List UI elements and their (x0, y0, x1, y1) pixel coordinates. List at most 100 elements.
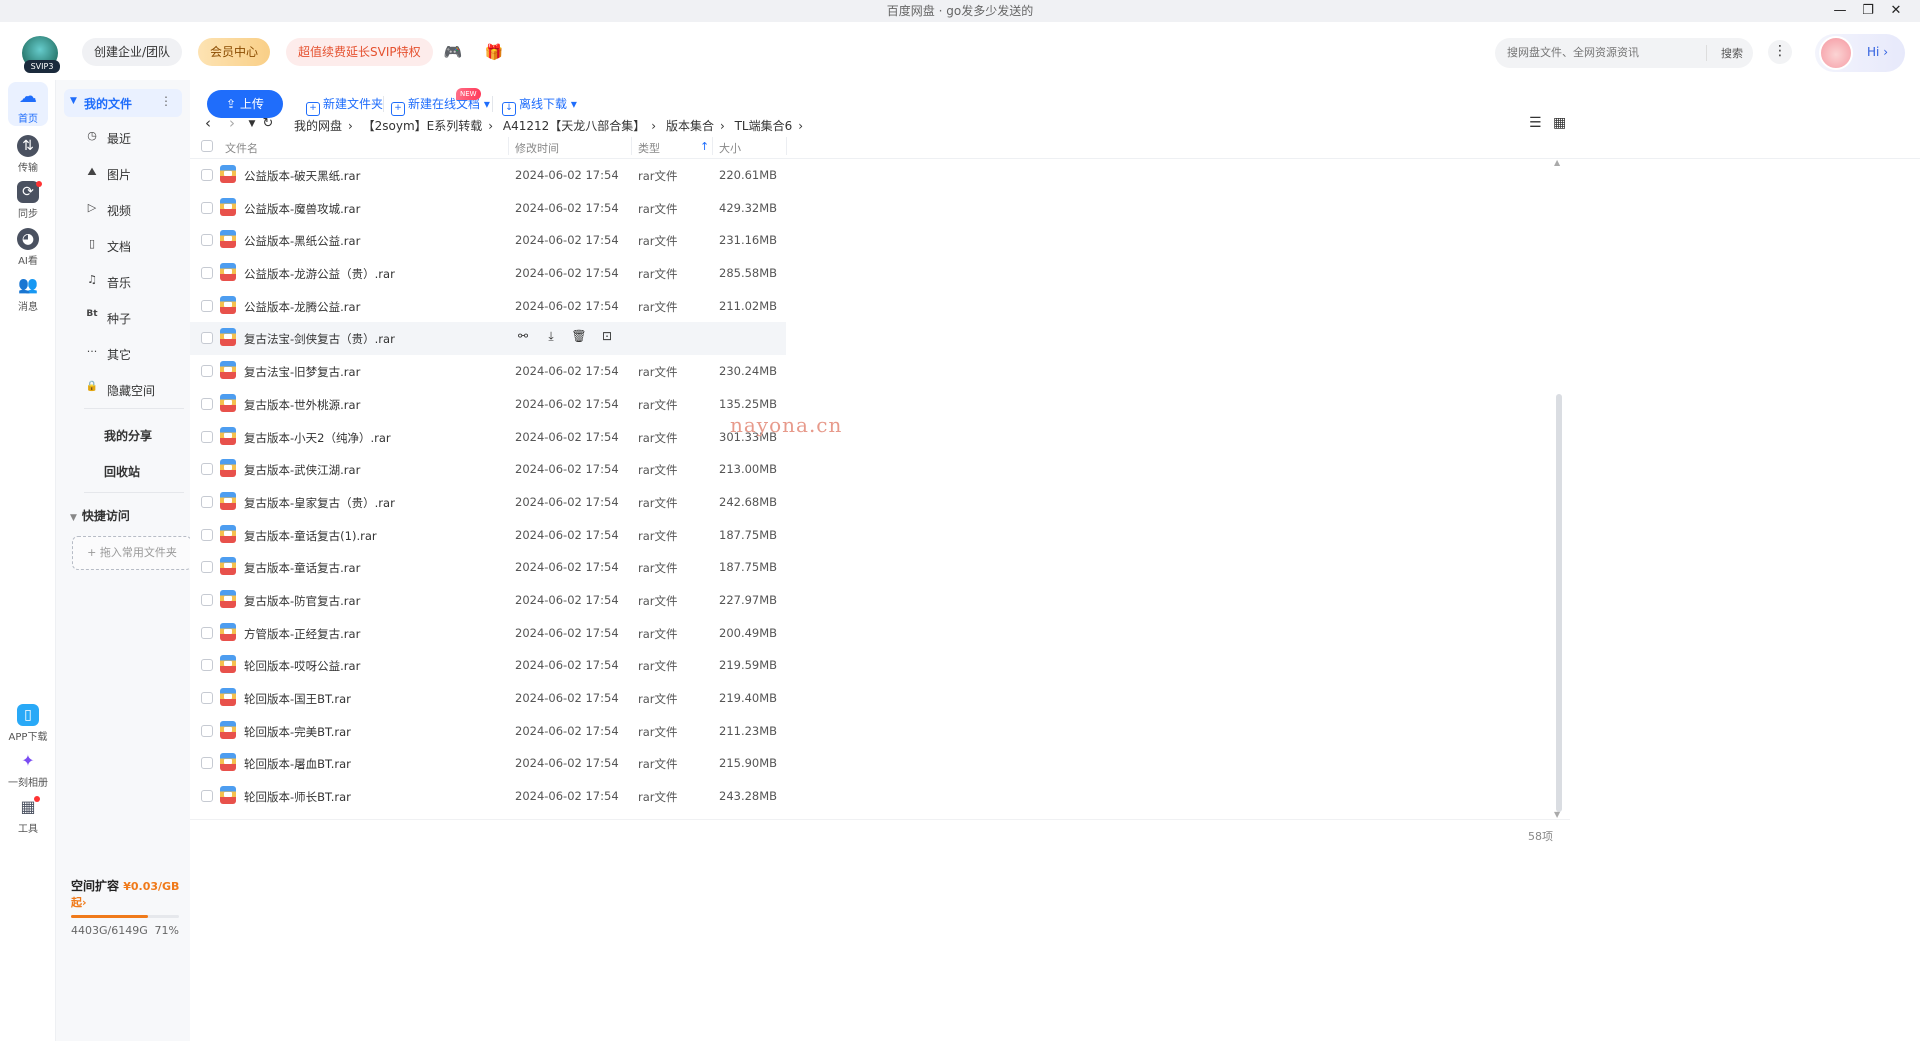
row-checkbox[interactable] (201, 365, 213, 378)
rail-item-app-download[interactable]: ▯ APP下载 (5, 704, 51, 743)
search-input[interactable] (1507, 43, 1697, 63)
more-menu-icon[interactable]: ⋮ (1768, 40, 1792, 64)
file-name[interactable]: 公益版本-龙游公益（贵）.rar (244, 266, 395, 282)
header-modified[interactable]: 修改时间 (515, 140, 559, 156)
sidebar-item-others[interactable]: ··· 其它 (84, 342, 184, 366)
sidebar-item-recycle-bin[interactable]: 回收站 (104, 463, 140, 480)
header-name[interactable]: 文件名 (225, 140, 258, 156)
storage-panel[interactable]: 空间扩容 ¥0.03/GB起› 4403G/6149G 71% (71, 877, 187, 937)
select-all-checkbox[interactable] (201, 140, 213, 152)
table-row[interactable]: 复古版本-防官复古.rar 2024-06-02 17:54 rar文件 227.97… (190, 584, 786, 617)
table-row[interactable]: 复古法宝-旧梦复古.rar 2024-06-02 17:54 rar文件 230.24… (190, 355, 786, 388)
sort-list-icon[interactable]: ☰ (1529, 115, 1542, 131)
user-profile-pill[interactable]: Hi › (1815, 34, 1905, 72)
sidebar-item-music[interactable]: ♫ 音乐 (84, 270, 184, 294)
game-icon[interactable]: 🎮 (443, 42, 463, 62)
offline-download-button[interactable]: ↓ 离线下载 ▾ (502, 95, 577, 116)
sidebar-item-recent[interactable]: ◷ 最近 (84, 126, 184, 150)
table-row[interactable]: 公益版本-黑纸公益.rar 2024-06-02 17:54 rar文件 231.16… (190, 224, 786, 257)
row-checkbox[interactable] (201, 201, 213, 214)
file-name[interactable]: 复古版本-世外桃源.rar (244, 397, 360, 413)
row-checkbox[interactable] (201, 757, 213, 770)
row-checkbox[interactable] (201, 593, 213, 606)
grid-view-icon[interactable]: ▦ (1553, 115, 1566, 131)
more-icon[interactable]: ⋮ (160, 94, 172, 108)
file-name[interactable]: 复古版本-童话复古(1).rar (244, 528, 377, 544)
table-row[interactable]: 复古法宝-剑侠复古（贵）.rar ⚯ ⤓ 🗑 ⊡ (190, 322, 786, 356)
file-name[interactable]: 复古版本-武侠江湖.rar (244, 462, 360, 478)
table-row[interactable]: 复古版本-童话复古.rar 2024-06-02 17:54 rar文件 187.75… (190, 551, 786, 584)
row-checkbox[interactable] (201, 332, 213, 345)
row-checkbox[interactable] (201, 692, 213, 704)
drop-folder-zone[interactable]: + 拖入常用文件夹 (72, 536, 192, 570)
file-name[interactable]: 轮回版本-完美BT.rar (244, 724, 351, 740)
row-checkbox[interactable] (201, 397, 213, 410)
back-arrow-icon[interactable]: ‹ (198, 114, 218, 132)
scroll-down-arrow-icon[interactable]: ▼ (1554, 810, 1560, 819)
row-checkbox[interactable] (201, 561, 213, 574)
member-center-button[interactable]: 会员中心 (198, 38, 271, 66)
row-checkbox[interactable] (201, 528, 213, 541)
sidebar-item-my-share[interactable]: 我的分享 (104, 427, 152, 444)
rail-item-transfer[interactable]: ⇅ 传输 (8, 135, 48, 174)
create-team-button[interactable]: 创建企业/团队 (82, 38, 183, 66)
file-name[interactable]: 公益版本-魔兽攻城.rar (244, 201, 360, 217)
download-icon[interactable]: ⤓ (543, 329, 559, 344)
more-icon[interactable]: ⊡ (599, 329, 615, 343)
table-row[interactable]: 公益版本-龙腾公益.rar 2024-06-02 17:54 rar文件 211.02… (190, 290, 786, 323)
avatar-logo[interactable]: SVIP3 (20, 34, 60, 73)
sidebar-item-hidden-space[interactable]: 🔒 隐藏空间 (84, 378, 184, 402)
file-name[interactable]: 轮回版本-哎呀公益.rar (244, 658, 360, 674)
file-name[interactable]: 公益版本-破天黑纸.rar (244, 168, 360, 184)
sidebar-item-torrents[interactable]: Bt 种子 (84, 306, 184, 330)
upload-button[interactable]: ⇪ 上传 (207, 90, 283, 118)
table-row[interactable]: 轮回版本-哎呀公益.rar 2024-06-02 17:54 rar文件 219.59… (190, 649, 786, 682)
row-checkbox[interactable] (201, 790, 213, 803)
file-name[interactable]: 方管版本-正经复古.rar (244, 626, 360, 642)
row-checkbox[interactable] (201, 724, 213, 737)
file-name[interactable]: 轮回版本-屠血BT.rar (244, 756, 351, 772)
file-name[interactable]: 公益版本-黑纸公益.rar (244, 233, 360, 249)
table-row[interactable]: 复古版本-皇家复古（贵）.rar 2024-06-02 17:54 rar文件 242… (190, 486, 786, 519)
row-checkbox[interactable] (201, 430, 213, 443)
row-checkbox[interactable] (201, 299, 213, 312)
file-name[interactable]: 轮回版本-国王BT.rar (244, 691, 351, 707)
rail-item-sync[interactable]: ⟳ 同步 (8, 181, 48, 220)
sidebar-item-videos[interactable]: ▷ 视频 (84, 198, 184, 222)
table-row[interactable]: 复古版本-世外桃源.rar 2024-06-02 17:54 rar文件 135.25… (190, 388, 786, 421)
rail-item-home[interactable]: ☁ 首页 (8, 82, 48, 126)
delete-icon[interactable]: 🗑 (571, 329, 587, 343)
scrollbar[interactable] (1556, 164, 1562, 812)
table-row[interactable]: 轮回版本-国王BT.rar 2024-06-02 17:54 rar文件 219.40… (190, 682, 786, 715)
scrollbar-thumb[interactable] (1556, 394, 1562, 812)
rail-item-messages[interactable]: 👥 消息 (8, 274, 48, 313)
close-button[interactable]: ✕ (1882, 0, 1910, 22)
breadcrumb-item[interactable]: 版本集合 (666, 119, 714, 133)
table-row[interactable]: 公益版本-破天黑纸.rar 2024-06-02 17:54 rar文件 220.61… (190, 159, 786, 192)
row-checkbox[interactable] (201, 626, 213, 639)
table-row[interactable]: 轮回版本-完美BT.rar 2024-06-02 17:54 rar文件 211.23… (190, 715, 786, 748)
rail-item-album[interactable]: ✦ 一刻相册 (5, 750, 51, 789)
table-row[interactable]: 复古版本-童话复古(1).rar 2024-06-02 17:54 rar文件 187… (190, 519, 786, 552)
forward-arrow-icon[interactable]: › (222, 114, 242, 132)
share-icon[interactable]: ⚯ (515, 329, 531, 343)
table-row[interactable]: 轮回版本-师长BT.rar 2024-06-02 17:54 rar文件 243.28… (190, 780, 786, 813)
file-name[interactable]: 复古法宝-剑侠复古（贵）.rar (244, 331, 395, 347)
svip-promo-button[interactable]: 超值续费延长SVIP特权 (286, 38, 433, 66)
new-folder-button[interactable]: + 新建文件夹 (306, 95, 383, 116)
row-checkbox[interactable] (201, 495, 213, 508)
rail-item-tools[interactable]: ▦ 工具 (8, 796, 48, 835)
row-checkbox[interactable] (201, 234, 213, 247)
breadcrumb-item[interactable]: 【2soym】E系列转载 (363, 119, 483, 133)
row-checkbox[interactable] (201, 659, 213, 672)
table-row[interactable]: 轮回版本-屠血BT.rar 2024-06-02 17:54 rar文件 215.90… (190, 747, 786, 780)
table-row[interactable]: 方管版本-正经复古.rar 2024-06-02 17:54 rar文件 200.49… (190, 617, 786, 650)
refresh-icon[interactable]: ↻ (258, 116, 278, 131)
sidebar-item-images[interactable]: ⛰ 图片 (84, 162, 184, 186)
sidebar-item-documents[interactable]: ▯ 文档 (84, 234, 184, 258)
file-name[interactable]: 复古版本-防官复古.rar (244, 593, 360, 609)
header-type[interactable]: 类型 (638, 140, 660, 156)
search-button[interactable]: 搜索 (1721, 45, 1743, 61)
sidebar-item-my-files[interactable]: ▼ 我的文件 ⋮ (64, 89, 182, 117)
file-name[interactable]: 复古版本-小天2（纯净）.rar (244, 430, 391, 446)
